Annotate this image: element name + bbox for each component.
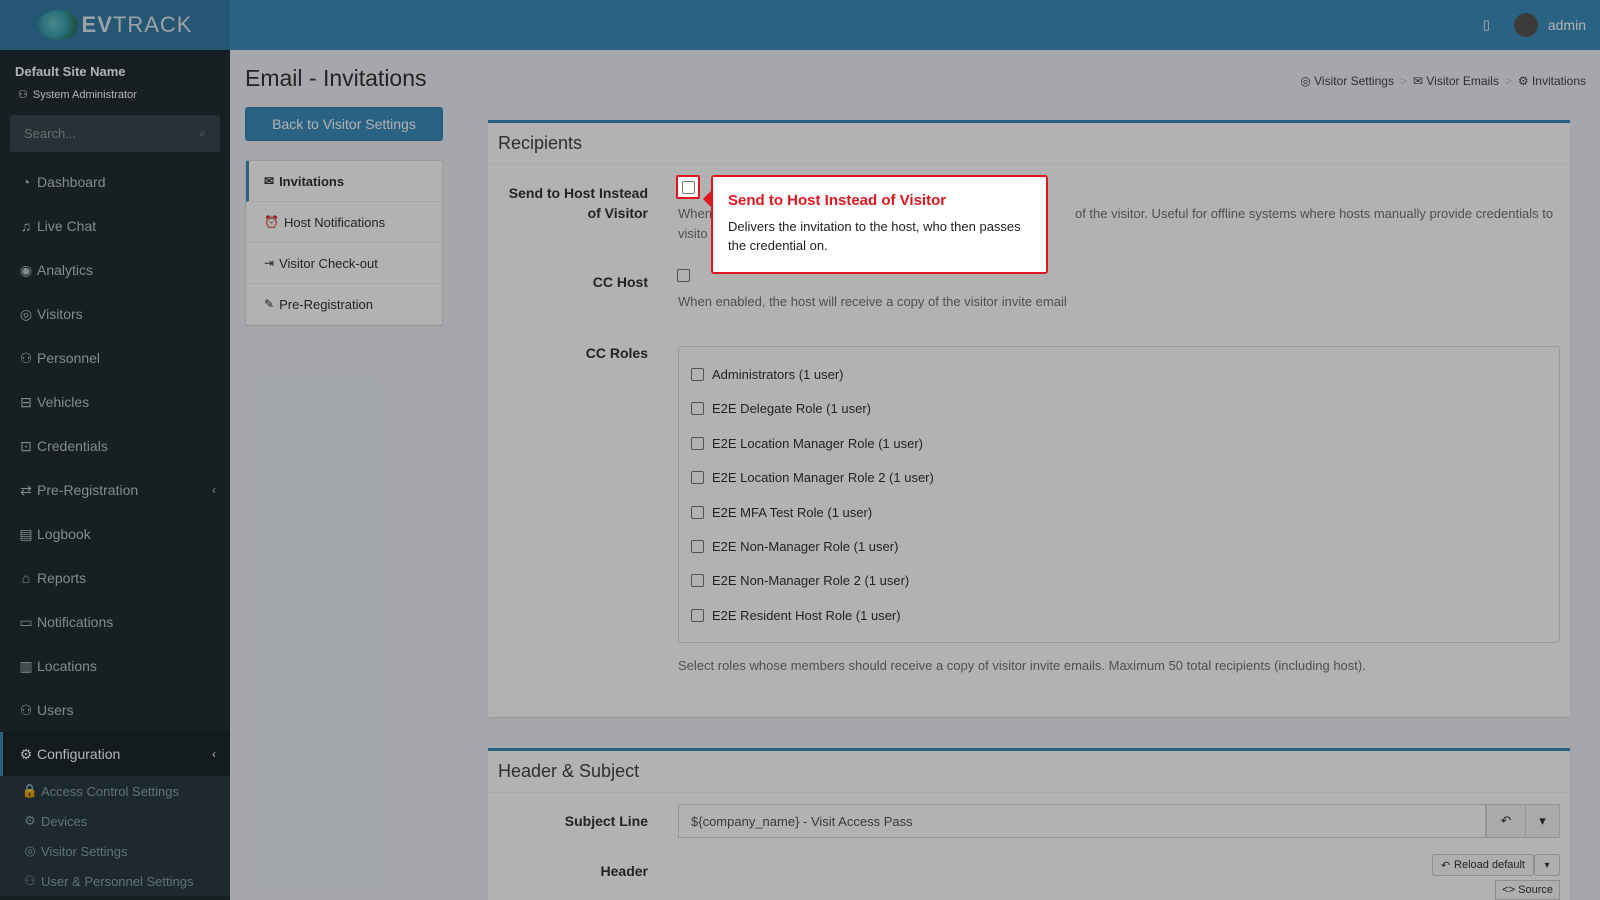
tooltip-title: Send to Host Instead of Visitor — [728, 192, 947, 209]
tutorial-overlay — [0, 0, 1600, 900]
checkbox[interactable] — [682, 181, 695, 194]
tooltip-arrow — [703, 191, 711, 207]
tooltip: Send to Host Instead of Visitor Delivers… — [703, 175, 1048, 274]
tooltip-body: Delivers the invitation to the host, who… — [728, 219, 1021, 253]
highlighted-send-to-host-checkbox[interactable] — [676, 175, 700, 199]
